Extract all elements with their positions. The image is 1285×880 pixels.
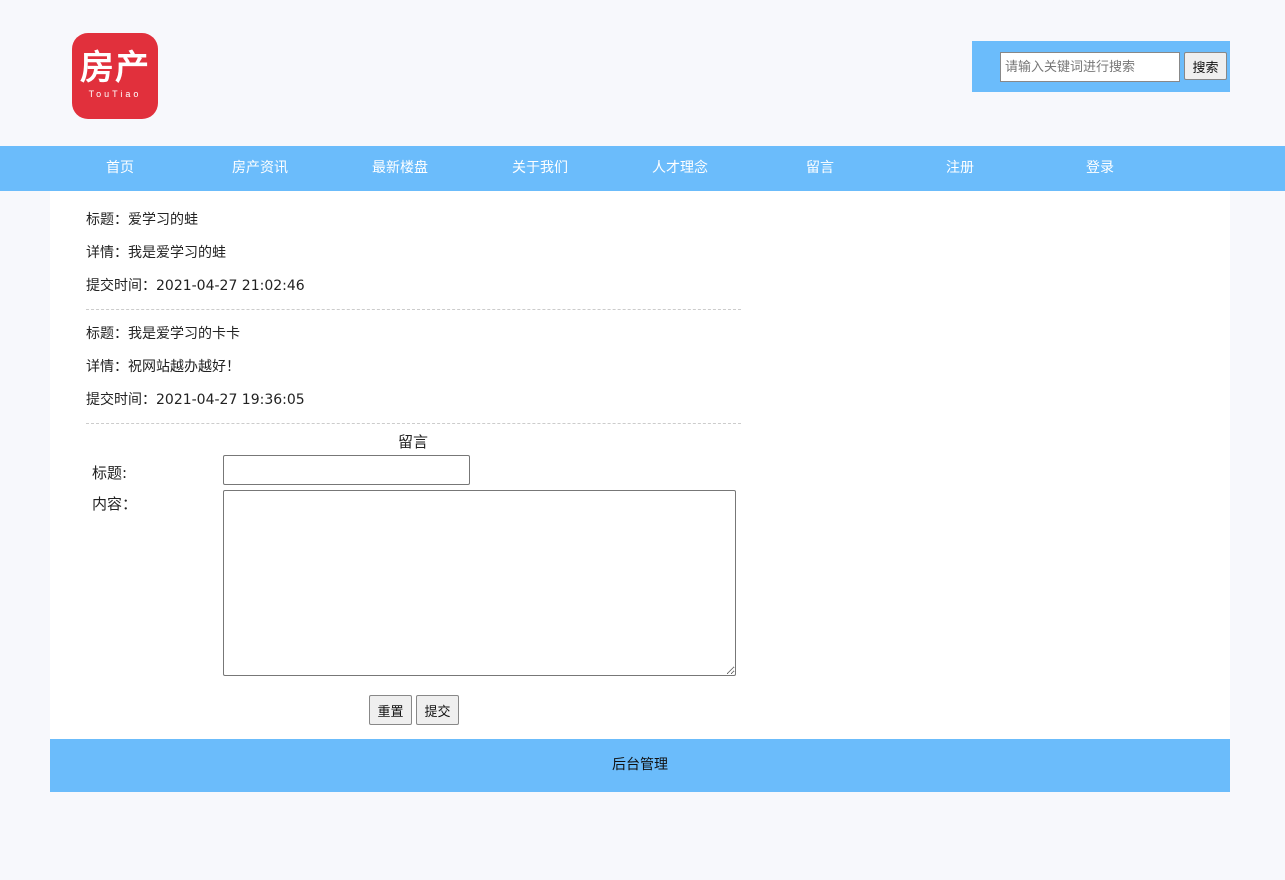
content-label: 内容： bbox=[92, 495, 138, 513]
message-item: 标题：爱学习的蛙 详情：我是爱学习的蛙 提交时间：2021-04-27 21:0… bbox=[86, 210, 741, 310]
nav-item-register[interactable]: 注册 bbox=[890, 146, 1030, 191]
divider bbox=[86, 423, 741, 424]
nav-item-talent[interactable]: 人才理念 bbox=[610, 146, 750, 191]
divider bbox=[86, 309, 741, 310]
submit-button[interactable]: 提交 bbox=[416, 695, 459, 725]
message-item: 标题：我是爱学习的卡卡 详情：祝网站越办越好！ 提交时间：2021-04-27 … bbox=[86, 324, 741, 424]
title-input[interactable] bbox=[223, 455, 470, 485]
search-bar: 搜索 bbox=[972, 41, 1230, 92]
nav-item-home[interactable]: 首页 bbox=[50, 146, 190, 191]
message-title: 标题：我是爱学习的卡卡 bbox=[86, 326, 240, 342]
search-input[interactable] bbox=[1000, 52, 1180, 82]
site-logo[interactable]: 房产 TouTiao bbox=[72, 33, 158, 119]
message-time: 提交时间：2021-04-27 21:02:46 bbox=[86, 278, 305, 294]
logo-subtext: TouTiao bbox=[88, 89, 142, 99]
form-heading: 留言 bbox=[398, 433, 429, 451]
message-time: 提交时间：2021-04-27 19:36:05 bbox=[86, 392, 305, 408]
nav-item-message[interactable]: 留言 bbox=[750, 146, 890, 191]
nav-item-about[interactable]: 关于我们 bbox=[470, 146, 610, 191]
search-button[interactable]: 搜索 bbox=[1184, 52, 1227, 80]
nav-item-login[interactable]: 登录 bbox=[1030, 146, 1170, 191]
message-title: 标题：爱学习的蛙 bbox=[86, 212, 198, 228]
admin-link[interactable]: 后台管理 bbox=[612, 757, 668, 773]
message-detail: 详情：我是爱学习的蛙 bbox=[86, 245, 226, 261]
main-nav: 首页 房产资讯 最新楼盘 关于我们 人才理念 留言 注册 登录 bbox=[0, 146, 1285, 191]
logo-text: 房产 bbox=[80, 48, 150, 88]
content-textarea[interactable] bbox=[223, 490, 736, 676]
title-label: 标题: bbox=[92, 464, 128, 482]
nav-item-new-properties[interactable]: 最新楼盘 bbox=[330, 146, 470, 191]
footer: 后台管理 bbox=[50, 739, 1230, 792]
reset-button[interactable]: 重置 bbox=[369, 695, 412, 725]
nav-item-news[interactable]: 房产资讯 bbox=[190, 146, 330, 191]
main-content: 标题：爱学习的蛙 详情：我是爱学习的蛙 提交时间：2021-04-27 21:0… bbox=[50, 191, 1230, 739]
message-detail: 详情：祝网站越办越好！ bbox=[86, 359, 240, 375]
